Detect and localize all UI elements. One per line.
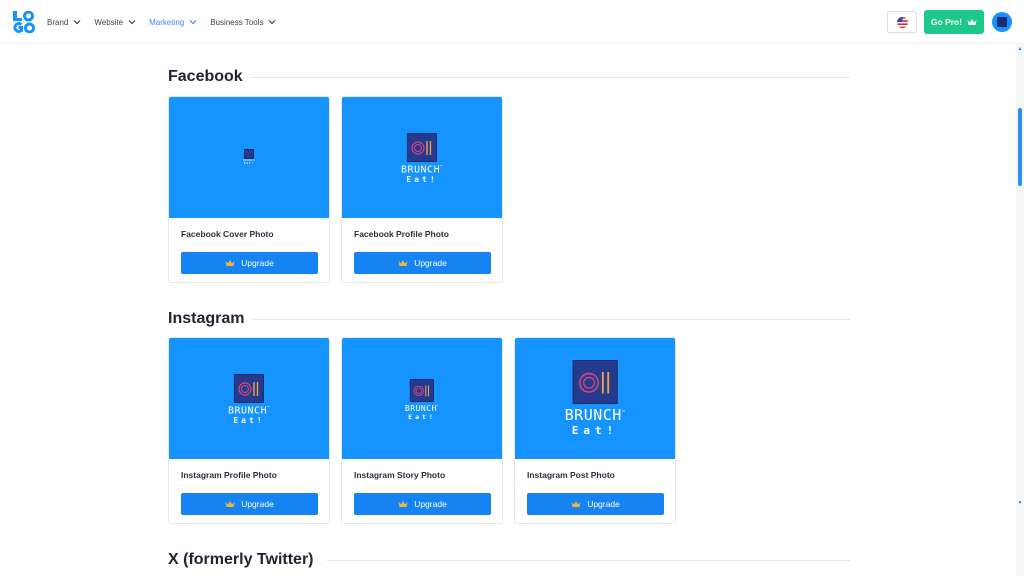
brunch-logo-image: BRUNCH™ Eat! [228, 374, 270, 425]
template-card-instagram-profile[interactable]: BRUNCH™ Eat! Instagram Profile Photo Upg… [168, 337, 330, 524]
template-card-instagram-post[interactable]: BRUNCH™ Eat! Instagram Post Photo Upgrad… [514, 337, 676, 524]
template-preview: BRUNCH™ Eat! [515, 338, 675, 459]
upgrade-label: Upgrade [414, 499, 447, 509]
nav-item-website[interactable]: Website [94, 18, 136, 27]
nav-item-label: Brand [47, 17, 69, 27]
crown-icon [398, 260, 408, 266]
chevron-down-icon [73, 20, 81, 25]
card-title: Facebook Profile Photo [354, 229, 449, 239]
template-card-instagram-story[interactable]: BRUNCH™ Eat! Instagram Story Photo Upgra… [341, 337, 503, 524]
nav-item-business-tools[interactable]: Business Tools [210, 18, 276, 27]
section-title-x: X (formerly Twitter) [168, 551, 314, 568]
chevron-down-icon [189, 20, 197, 25]
section-divider [252, 319, 850, 320]
brunch-logo-image: BRUNCH™ Eat! [401, 133, 443, 184]
crown-icon [398, 501, 408, 507]
chevron-down-icon [269, 20, 276, 25]
go-pro-button[interactable]: Go Pro! [924, 10, 984, 34]
section-divider [327, 560, 850, 561]
logo-icon[interactable] [13, 10, 35, 34]
template-preview: BRUNCH™ Eat! [342, 338, 502, 459]
card-title: Instagram Profile Photo [181, 470, 277, 480]
upgrade-label: Upgrade [414, 258, 447, 268]
main-nav: Brand Website Marketing Business Tools [47, 0, 289, 44]
nav-item-label: Marketing [149, 17, 185, 27]
section-title-facebook: Facebook [168, 68, 243, 85]
brunch-logo-image: BRUNCH™ Eat! [405, 379, 439, 421]
crown-icon [225, 501, 235, 507]
upgrade-button[interactable]: Upgrade [527, 493, 664, 515]
template-preview: BRUNCH™ Eat! [342, 97, 502, 218]
crown-icon [967, 19, 977, 25]
section-divider [250, 77, 850, 78]
upgrade-label: Upgrade [241, 499, 274, 509]
go-pro-label: Go Pro! [930, 17, 963, 27]
upgrade-button[interactable]: Upgrade [354, 252, 491, 274]
upgrade-label: Upgrade [241, 258, 274, 268]
scroll-down-icon[interactable]: ▼ [1017, 500, 1023, 506]
template-preview: BRUNCH™ Eat! [169, 338, 329, 459]
card-title: Instagram Story Photo [354, 470, 446, 480]
template-card-facebook-cover[interactable]: BRUNCH Eat! Facebook Cover Photo Upgrade [168, 96, 330, 283]
template-card-facebook-profile[interactable]: BRUNCH™ Eat! Facebook Profile Photo Upgr… [341, 96, 503, 283]
upgrade-button[interactable]: Upgrade [354, 493, 491, 515]
section-title-instagram: Instagram [168, 310, 245, 327]
crown-icon [225, 260, 235, 266]
avatar[interactable] [992, 12, 1012, 32]
upgrade-button[interactable]: Upgrade [181, 252, 318, 274]
language-button[interactable] [887, 11, 917, 33]
nav-item-marketing[interactable]: Marketing [149, 18, 197, 27]
card-title: Facebook Cover Photo [181, 229, 274, 239]
upgrade-button[interactable]: Upgrade [181, 493, 318, 515]
crown-icon [571, 501, 581, 507]
brunch-logo-image: BRUNCH Eat! [243, 149, 255, 165]
upgrade-label: Upgrade [587, 499, 620, 509]
nav-item-label: Website [94, 17, 124, 27]
us-flag-icon [896, 16, 908, 28]
template-preview: BRUNCH Eat! [169, 97, 329, 218]
chevron-down-icon [128, 20, 136, 25]
avatar-image [997, 17, 1007, 27]
brunch-logo-image: BRUNCH™ Eat! [565, 360, 626, 436]
nav-item-brand[interactable]: Brand [47, 18, 81, 27]
scrollbar-thumb[interactable] [1018, 108, 1022, 186]
top-navigation-bar: Brand Website Marketing Business Tools G… [0, 0, 1024, 44]
scroll-up-icon[interactable]: ▲ [1017, 46, 1023, 52]
nav-item-label: Business Tools [210, 17, 264, 27]
card-title: Instagram Post Photo [527, 470, 615, 480]
